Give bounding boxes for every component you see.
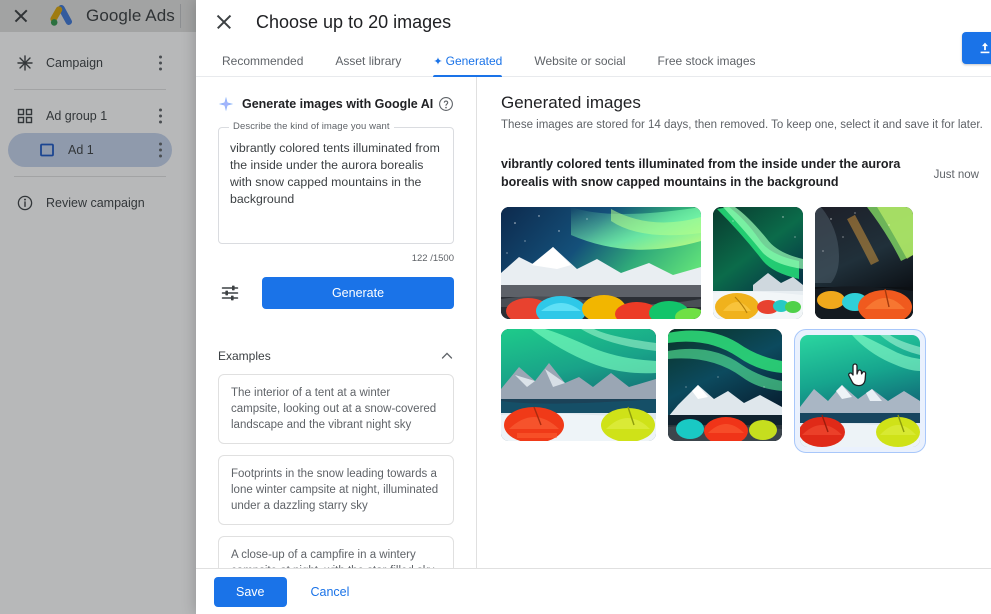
generated-image-6-selected[interactable] bbox=[794, 329, 926, 453]
generated-image-3[interactable] bbox=[815, 207, 913, 319]
results-subtitle: These images are stored for 14 days, the… bbox=[501, 119, 991, 131]
generate-panel-header: Generate images with Google AI bbox=[218, 93, 454, 115]
cancel-button[interactable]: Cancel bbox=[297, 577, 364, 607]
sidebar-item-ad-group-1[interactable]: Ad group 1 bbox=[8, 99, 172, 133]
generated-image-2[interactable] bbox=[713, 207, 803, 319]
tab-website-or-social[interactable]: Website or social bbox=[534, 46, 625, 76]
generated-image-row bbox=[501, 207, 991, 319]
tab-label: Website or social bbox=[534, 54, 625, 68]
choose-images-dialog: Choose up to 20 images Recommended Asset… bbox=[196, 0, 991, 614]
help-circle-icon[interactable] bbox=[438, 96, 454, 112]
sidebar-item-campaign[interactable]: Campaign bbox=[8, 46, 172, 80]
generate-button[interactable]: Generate bbox=[262, 277, 454, 309]
sidebar-item-review-campaign[interactable]: Review campaign bbox=[8, 186, 172, 220]
generated-image-4[interactable] bbox=[501, 329, 656, 441]
sparkle-icon: ✦ bbox=[433, 56, 442, 68]
example-prompt-card[interactable]: The interior of a tent at a winter camps… bbox=[218, 374, 454, 444]
generate-panel-heading: Generate images with Google AI bbox=[242, 97, 438, 111]
generated-image-row bbox=[501, 329, 991, 453]
prompt-input[interactable] bbox=[218, 127, 454, 244]
prompt-field-label: Describe the kind of image you want bbox=[229, 121, 394, 132]
tab-label: Recommended bbox=[222, 54, 303, 68]
dialog-footer: Save Cancel bbox=[196, 568, 991, 614]
examples-header[interactable]: Examples bbox=[218, 349, 454, 363]
batch-timestamp: Just now bbox=[934, 155, 979, 181]
tab-free-stock-images[interactable]: Free stock images bbox=[658, 46, 756, 76]
sparkle-icon bbox=[218, 96, 234, 112]
screen: Google Ads Campaign bbox=[0, 0, 991, 614]
close-icon[interactable] bbox=[12, 7, 30, 25]
char-counter: 122 /1500 bbox=[218, 253, 454, 264]
info-circle-icon bbox=[16, 194, 34, 212]
generate-row: Generate bbox=[218, 277, 454, 309]
tab-recommended[interactable]: Recommended bbox=[222, 46, 303, 76]
sidebar-divider bbox=[14, 89, 166, 90]
upload-button[interactable]: Upload bbox=[962, 32, 991, 64]
tab-label: Free stock images bbox=[658, 54, 756, 68]
chevron-up-icon[interactable] bbox=[440, 349, 454, 363]
tab-asset-library[interactable]: Asset library bbox=[335, 46, 401, 76]
sidebar-item-ad-1[interactable]: Ad 1 bbox=[8, 133, 172, 167]
app-sidebar: Campaign Ad group 1 bbox=[0, 32, 180, 614]
more-vert-icon[interactable] bbox=[159, 56, 162, 71]
save-button[interactable]: Save bbox=[214, 577, 287, 607]
dialog-header: Choose up to 20 images bbox=[196, 0, 991, 44]
results-title: Generated images bbox=[501, 93, 991, 113]
generated-image-1[interactable] bbox=[501, 207, 701, 319]
examples-title: Examples bbox=[218, 349, 271, 363]
more-vert-icon[interactable] bbox=[159, 109, 162, 124]
tab-label: Generated bbox=[446, 54, 503, 68]
batch-prompt: vibrantly colored tents illuminated from… bbox=[501, 155, 918, 191]
sidebar-divider bbox=[14, 176, 166, 177]
dialog-title: Choose up to 20 images bbox=[256, 12, 451, 33]
google-ads-logo bbox=[50, 5, 76, 27]
topbar-divider bbox=[180, 4, 181, 28]
tune-sliders-icon[interactable] bbox=[220, 283, 240, 303]
app-title: Google Ads bbox=[86, 6, 175, 26]
prompt-field-wrapper: Describe the kind of image you want bbox=[218, 127, 454, 249]
generated-images-panel: Generated images These images are stored… bbox=[477, 77, 991, 568]
example-prompt-card[interactable]: Footprints in the snow leading towards a… bbox=[218, 455, 454, 525]
asterisk-icon bbox=[16, 54, 34, 72]
sidebar-item-label: Review campaign bbox=[46, 196, 145, 210]
dialog-body: Generate images with Google AI Describe … bbox=[196, 76, 991, 568]
sidebar-item-label: Ad group 1 bbox=[46, 109, 107, 123]
example-prompt-card[interactable]: A close-up of a campfire in a wintery ca… bbox=[218, 536, 454, 568]
tab-generated[interactable]: ✦ Generated bbox=[433, 46, 502, 76]
sidebar-item-label: Campaign bbox=[46, 56, 103, 70]
close-icon[interactable] bbox=[214, 12, 234, 32]
tab-label: Asset library bbox=[335, 54, 401, 68]
generate-panel: Generate images with Google AI Describe … bbox=[196, 77, 477, 568]
generated-image-grid bbox=[501, 207, 991, 453]
sidebar-item-label: Ad 1 bbox=[68, 143, 94, 157]
more-vert-icon[interactable] bbox=[159, 143, 162, 158]
dialog-tabs: Recommended Asset library ✦ Generated Web… bbox=[196, 44, 991, 76]
upload-icon bbox=[978, 41, 991, 55]
generated-image-5[interactable] bbox=[668, 329, 782, 441]
batch-header: vibrantly colored tents illuminated from… bbox=[501, 155, 991, 191]
square-outline-icon bbox=[38, 141, 56, 159]
grid-squares-icon bbox=[16, 107, 34, 125]
